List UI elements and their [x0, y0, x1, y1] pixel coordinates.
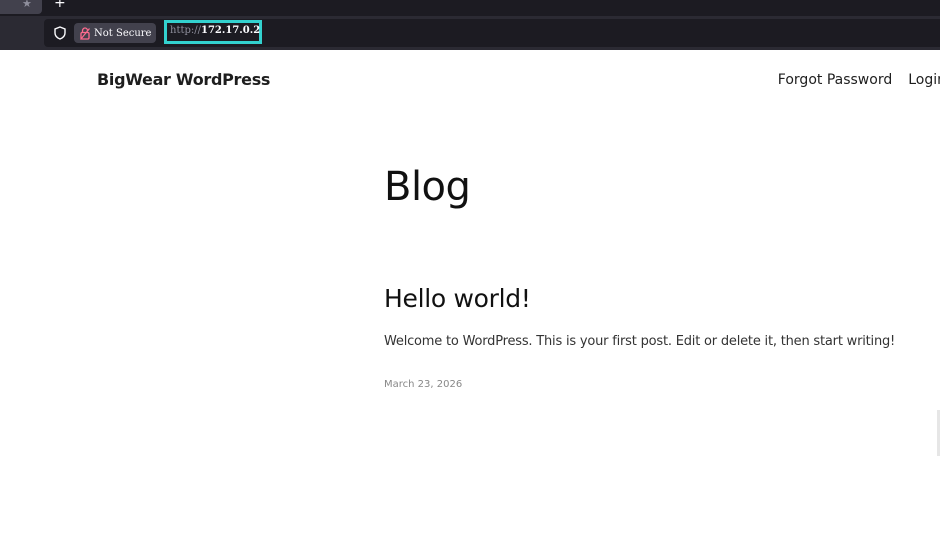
site-title[interactable]: BigWear WordPress: [97, 70, 270, 89]
insecure-lock-icon: [80, 26, 90, 40]
navigation-toolbar: Not Secure http://172.17.0.2: [0, 16, 940, 50]
nav-link-forgot-password[interactable]: Forgot Password: [778, 72, 892, 88]
browser-chrome: ★ + Not Secure http://172.17.0.2: [0, 0, 940, 50]
url-scheme: http://: [170, 25, 201, 36]
star-icon: ★: [22, 0, 32, 10]
post-title[interactable]: Hello world!: [384, 284, 531, 313]
url-bar[interactable]: Not Secure http://172.17.0.2: [44, 19, 940, 47]
post-excerpt: Welcome to WordPress. This is your first…: [384, 334, 896, 349]
page-title: Blog: [384, 164, 471, 210]
tab-strip: ★ +: [0, 0, 940, 16]
security-indicator[interactable]: Not Secure: [74, 23, 157, 43]
url-host: 172.17.0.2: [201, 25, 261, 36]
post-date: March 23, 2026: [384, 379, 463, 390]
browser-tab[interactable]: ★: [0, 0, 42, 14]
new-tab-button[interactable]: +: [54, 0, 66, 11]
site-navigation: Forgot Password Login: [778, 72, 940, 88]
security-label: Not Secure: [94, 27, 152, 39]
shield-icon[interactable]: [53, 26, 67, 40]
url-text[interactable]: http://172.17.0.2: [170, 25, 260, 36]
nav-link-login[interactable]: Login: [908, 72, 940, 88]
